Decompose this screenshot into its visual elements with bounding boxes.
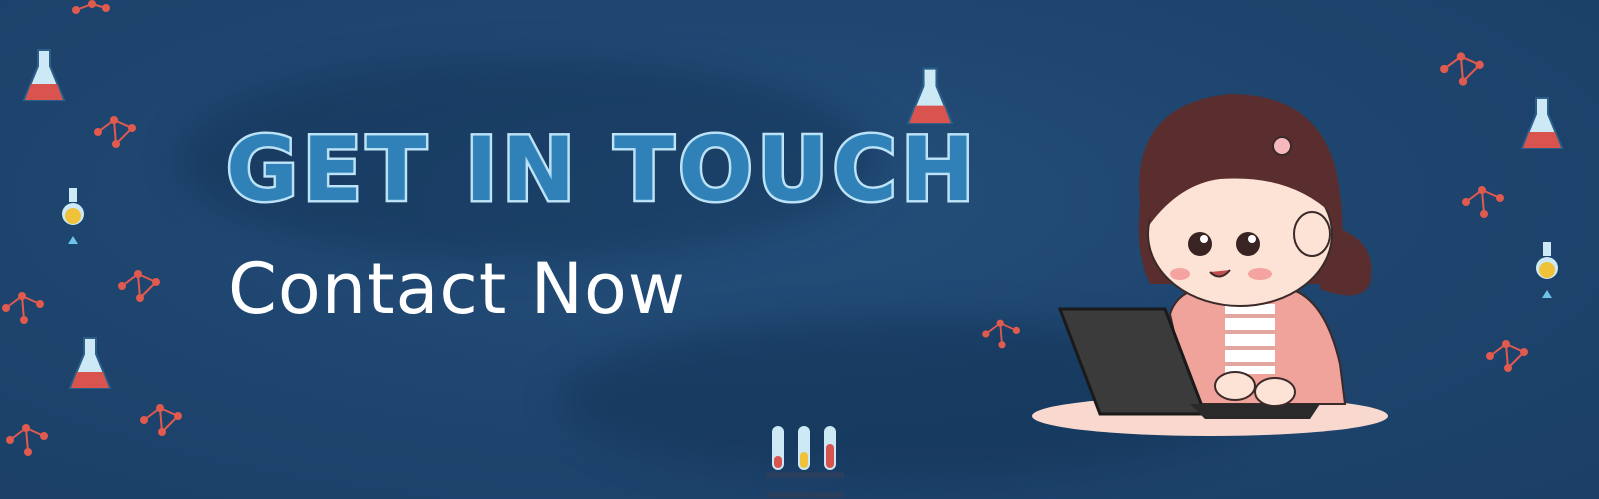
molecule-icon xyxy=(118,270,160,302)
test-tubes-icon xyxy=(766,426,844,498)
contact-now-link[interactable]: Contact Now xyxy=(228,248,686,330)
molecule-icon xyxy=(1486,340,1528,372)
molecule-icon xyxy=(140,404,182,436)
girl-with-laptop-illustration xyxy=(1032,94,1388,436)
flask-icon xyxy=(68,337,112,389)
flask-icon xyxy=(22,49,66,101)
molecule-icon xyxy=(94,116,136,148)
molecule-icon xyxy=(6,424,48,456)
molecule-icon xyxy=(1462,186,1504,218)
flask-icon xyxy=(1520,97,1564,149)
molecule-icon xyxy=(72,0,110,14)
banner-title: GET IN TOUCH xyxy=(224,116,979,224)
molecule-icon xyxy=(1440,52,1484,86)
round-flask-icon xyxy=(1536,242,1558,298)
flask-icon xyxy=(906,67,954,125)
molecule-icon xyxy=(2,292,44,324)
molecule-icon xyxy=(982,319,1020,349)
round-flask-icon xyxy=(62,188,84,244)
